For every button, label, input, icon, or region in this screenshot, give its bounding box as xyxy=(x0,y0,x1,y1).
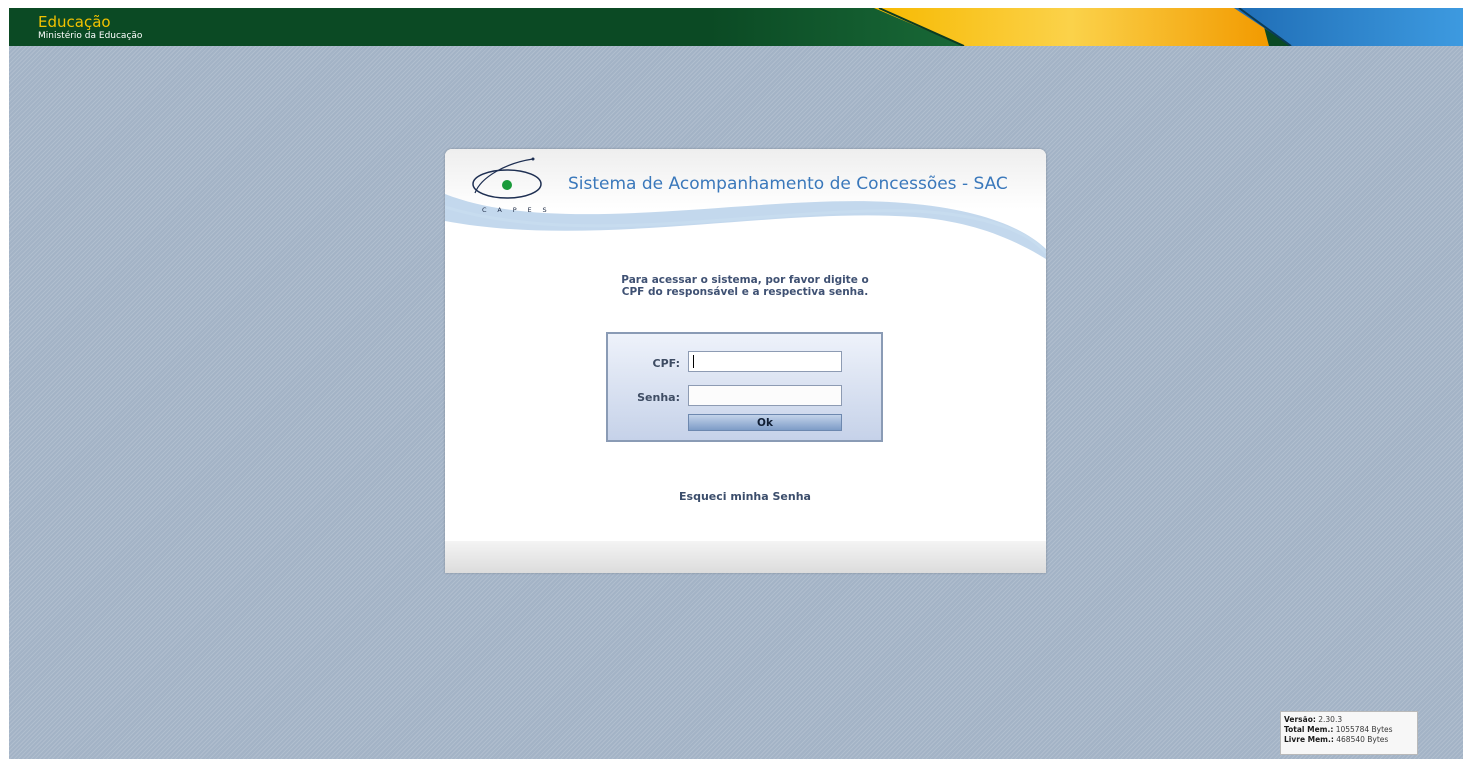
free-mem-value: 468540 Bytes xyxy=(1336,735,1389,744)
system-title: Sistema de Acompanhamento de Concessões … xyxy=(568,174,1008,194)
version-info: Versão: 2.30.3 Total Mem.: 1055784 Bytes… xyxy=(1280,711,1418,755)
login-instructions: Para acessar o sistema, por favor digite… xyxy=(585,274,905,298)
top-border xyxy=(0,0,1463,8)
version-row: Versão: 2.30.3 xyxy=(1284,715,1417,725)
total-mem-label: Total Mem.: xyxy=(1284,725,1334,734)
login-form: CPF: Senha: Ok xyxy=(606,332,883,442)
total-mem-value: 1055784 Bytes xyxy=(1335,725,1393,734)
banner-subtitle: Ministério da Educação xyxy=(38,31,143,41)
free-mem-row: Livre Mem.: 468540 Bytes xyxy=(1284,735,1417,745)
cpf-input[interactable] xyxy=(688,351,842,372)
login-card: C A P E S Sistema de Acompanhamento de C… xyxy=(445,149,1046,573)
instructions-line-2: CPF do responsável e a respectiva senha. xyxy=(621,286,869,298)
capes-logo-icon xyxy=(472,157,542,199)
version-value: 2.30.3 xyxy=(1318,715,1343,724)
ok-button[interactable]: Ok xyxy=(688,414,842,431)
senha-input[interactable] xyxy=(688,385,842,406)
cpf-label: CPF: xyxy=(652,357,680,370)
banner-decoration xyxy=(709,8,1463,46)
left-border xyxy=(0,0,9,759)
free-mem-label: Livre Mem.: xyxy=(1284,735,1334,744)
card-footer xyxy=(445,541,1046,573)
text-cursor xyxy=(693,355,694,368)
senha-label: Senha: xyxy=(637,391,680,404)
forgot-password-link[interactable]: Esqueci minha Senha xyxy=(645,490,845,503)
version-label: Versão: xyxy=(1284,715,1316,724)
header-banner: Educação Ministério da Educação xyxy=(9,8,1463,46)
banner-title: Educação xyxy=(38,13,111,31)
total-mem-row: Total Mem.: 1055784 Bytes xyxy=(1284,725,1417,735)
capes-logo-text: C A P E S xyxy=(482,206,552,214)
instructions-line-1: Para acessar o sistema, por favor digite… xyxy=(621,274,869,286)
